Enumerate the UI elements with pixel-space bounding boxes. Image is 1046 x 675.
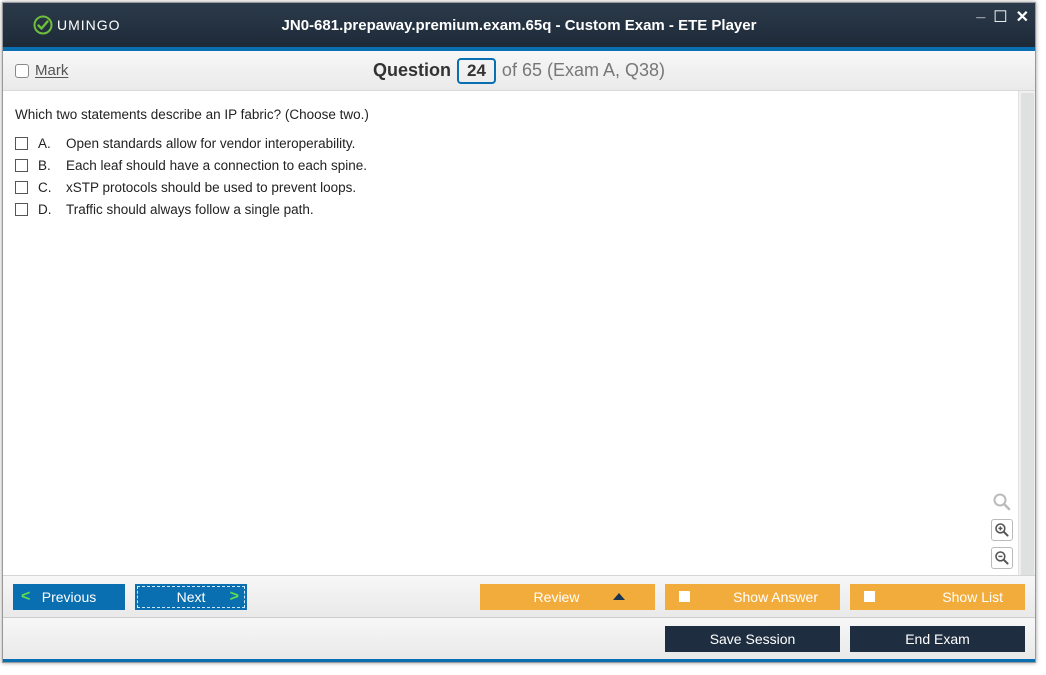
nav-button-bar: < Previous Next > Review Show Answer Sho… — [3, 575, 1035, 617]
previous-label: Previous — [42, 589, 96, 605]
show-list-button[interactable]: Show List — [850, 584, 1025, 610]
zoom-out-button[interactable] — [991, 547, 1013, 569]
option-row[interactable]: D. Traffic should always follow a single … — [15, 202, 1007, 217]
review-label: Review — [534, 589, 580, 605]
option-row[interactable]: C. xSTP protocols should be used to preve… — [15, 180, 1007, 195]
mark-label: Mark — [35, 62, 68, 79]
option-text: xSTP protocols should be used to prevent… — [66, 180, 356, 195]
session-button-bar: Save Session End Exam — [3, 617, 1035, 659]
minimize-icon[interactable]: _ — [976, 3, 985, 23]
next-label: Next — [177, 589, 206, 605]
show-list-label: Show List — [942, 589, 1003, 605]
checkbox-icon[interactable] — [15, 64, 29, 78]
option-letter: B. — [38, 158, 56, 173]
chevron-left-icon: < — [21, 588, 30, 606]
option-letter: A. — [38, 136, 56, 151]
close-icon[interactable]: ✕ — [1016, 7, 1029, 27]
end-exam-button[interactable]: End Exam — [850, 626, 1025, 652]
chevron-right-icon: > — [230, 588, 239, 606]
option-text: Each leaf should have a connection to ea… — [66, 158, 367, 173]
scrollbar-thumb[interactable] — [1021, 93, 1034, 575]
scrollbar[interactable] — [1018, 91, 1035, 575]
question-body: Which two statements describe an IP fabr… — [3, 91, 1035, 575]
end-exam-label: End Exam — [905, 631, 970, 647]
save-session-button[interactable]: Save Session — [665, 626, 840, 652]
show-answer-button[interactable]: Show Answer — [665, 584, 840, 610]
option-text: Traffic should always follow a single pa… — [66, 202, 314, 217]
question-of-text: of 65 (Exam A, Q38) — [502, 60, 665, 81]
question-number: 24 — [457, 58, 496, 84]
question-header: Mark Question 24 of 65 (Exam A, Q38) — [3, 51, 1035, 91]
options-list: A. Open standards allow for vendor intero… — [15, 136, 1007, 217]
review-button[interactable]: Review — [480, 584, 655, 610]
bottom-accent-stripe — [3, 659, 1035, 662]
search-icon[interactable] — [991, 491, 1013, 513]
option-letter: D. — [38, 202, 56, 217]
option-text: Open standards allow for vendor interope… — [66, 136, 355, 151]
app-logo: UMINGO — [3, 15, 121, 35]
checkbox-icon[interactable] — [15, 137, 28, 150]
option-letter: C. — [38, 180, 56, 195]
zoom-in-button[interactable] — [991, 519, 1013, 541]
show-answer-label: Show Answer — [733, 589, 818, 605]
logo-text: UMINGO — [57, 17, 121, 33]
mark-toggle[interactable]: Mark — [15, 62, 68, 79]
question-stem: Which two statements describe an IP fabr… — [15, 107, 1007, 122]
previous-button[interactable]: < Previous — [13, 584, 125, 610]
question-word: Question — [373, 60, 451, 81]
titlebar: UMINGO JN0-681.prepaway.premium.exam.65q… — [3, 3, 1035, 47]
checkbox-icon[interactable] — [15, 181, 28, 194]
stop-icon — [864, 591, 875, 602]
stop-icon — [679, 591, 690, 602]
next-button[interactable]: Next > — [135, 584, 247, 610]
maximize-icon[interactable]: ☐ — [993, 7, 1007, 27]
option-row[interactable]: B. Each leaf should have a connection to … — [15, 158, 1007, 173]
save-session-label: Save Session — [710, 631, 796, 647]
checkbox-icon[interactable] — [15, 203, 28, 216]
window-title: JN0-681.prepaway.premium.exam.65q - Cust… — [282, 17, 757, 34]
checkbox-icon[interactable] — [15, 159, 28, 172]
question-indicator: Question 24 of 65 (Exam A, Q38) — [373, 58, 665, 84]
check-circle-icon — [33, 15, 53, 35]
option-row[interactable]: A. Open standards allow for vendor intero… — [15, 136, 1007, 151]
